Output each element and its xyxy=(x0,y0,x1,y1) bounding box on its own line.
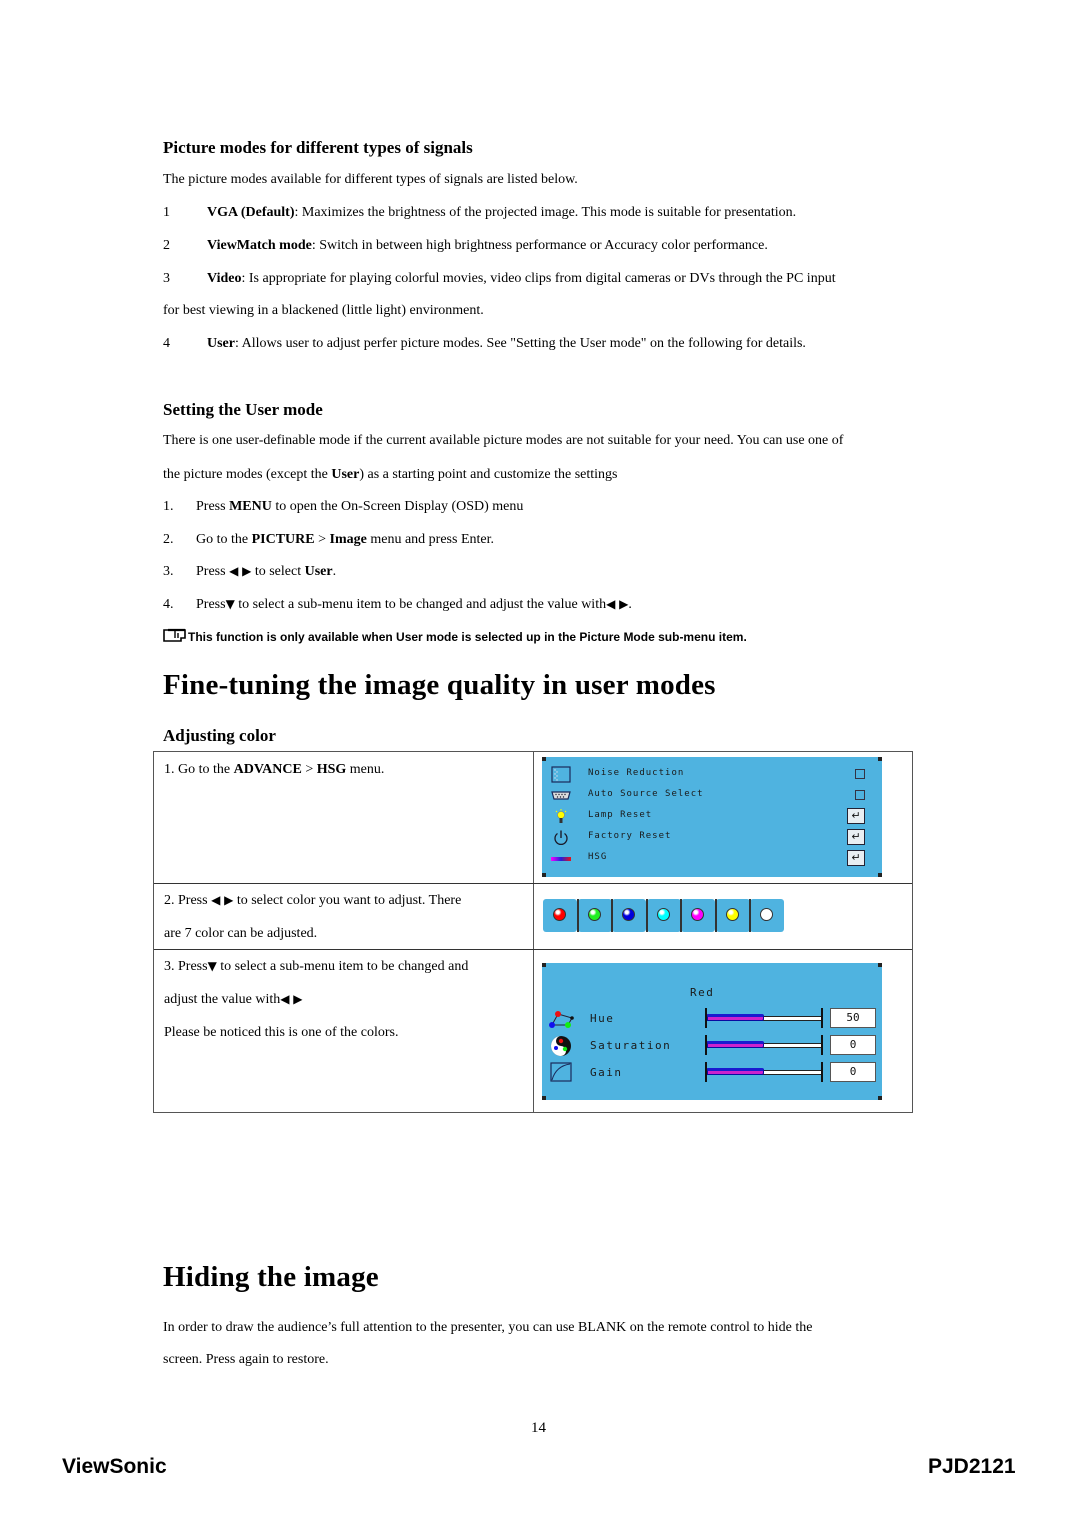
saturation-value[interactable]: 0 xyxy=(830,1035,876,1055)
osd-item-hsg[interactable]: HSG ↵ xyxy=(542,848,882,869)
color-swatch-cyan[interactable] xyxy=(645,899,681,932)
model-name: PJD2121 xyxy=(928,1455,1016,1478)
color-selector xyxy=(543,899,788,932)
lamp-reset-enter-button[interactable]: ↵ xyxy=(847,808,865,824)
power-icon xyxy=(554,830,568,845)
color-swatch-green[interactable] xyxy=(576,899,612,932)
hue-slider[interactable] xyxy=(705,1008,823,1028)
brand-name: ViewSonic xyxy=(62,1455,167,1478)
lamp-icon xyxy=(555,809,567,823)
down-arrow-icon: ▼ xyxy=(207,959,217,973)
osd-item-auto-source-select[interactable]: Auto Source Select xyxy=(542,785,882,806)
pointing-hand-note-icon xyxy=(163,628,186,642)
step-4: 4. Press▼ to select a sub-menu item to b… xyxy=(163,597,632,612)
osd-advance-menu: Noise Reduction Auto Source Select Lamp … xyxy=(542,757,882,877)
cyan-dot-icon xyxy=(656,908,670,921)
table-row-1-text: 1. Go to the ADVANCE > HSG menu. xyxy=(164,762,385,777)
table-row-3-text-line3: Please be noticed this is one of the col… xyxy=(164,1025,399,1040)
user-mode-intro-line2: the picture modes (except the User) as a… xyxy=(163,467,618,482)
fine-tuning-heading: Fine-tuning the image quality in user mo… xyxy=(163,669,716,701)
hsg-row-hue[interactable]: Hue 50 xyxy=(542,1007,882,1029)
color-swatch-blue[interactable] xyxy=(611,899,646,932)
mode-item-video-continued: for best viewing in a blackened (little … xyxy=(163,303,484,318)
noise-reduction-icon xyxy=(551,766,571,783)
osd-item-noise-reduction[interactable]: Noise Reduction xyxy=(542,764,882,785)
table-row-2-text-line2: are 7 color can be adjusted. xyxy=(164,926,318,941)
hsg-enter-button[interactable]: ↵ xyxy=(847,850,865,866)
color-swatch-yellow[interactable] xyxy=(714,899,750,932)
mode-item-video: 3 Video: Is appropriate for playing colo… xyxy=(163,271,836,286)
gain-value[interactable]: 0 xyxy=(830,1062,876,1082)
user-mode-intro-line1: There is one user-definable mode if the … xyxy=(163,433,844,448)
step-2: 2. Go to the PICTURE > Image menu and pr… xyxy=(163,532,494,547)
down-arrow-icon: ▼ xyxy=(225,597,235,611)
left-right-arrows-icon: ◀ ▶ xyxy=(606,597,629,611)
picture-modes-intro: The picture modes available for differen… xyxy=(163,172,578,187)
red-dot-icon xyxy=(553,908,566,921)
left-right-arrows-icon: ◀ ▶ xyxy=(280,992,303,1006)
saturation-yin-yang-icon xyxy=(551,1036,571,1056)
noise-reduction-checkbox[interactable] xyxy=(855,769,865,779)
hsg-row-saturation[interactable]: Saturation 0 xyxy=(542,1034,882,1056)
color-swatch-white[interactable] xyxy=(749,899,784,932)
hue-triangle-icon xyxy=(549,1011,574,1028)
picture-modes-heading: Picture modes for different types of sig… xyxy=(163,138,473,157)
magenta-dot-icon xyxy=(691,908,704,921)
table-row-3-text-line2: adjust the value with◀ ▶ xyxy=(164,992,303,1007)
hiding-image-line1: In order to draw the audience’s full att… xyxy=(163,1320,813,1335)
page-number: 14 xyxy=(531,1420,546,1436)
osd-item-lamp-reset[interactable]: Lamp Reset ↵ xyxy=(542,806,882,827)
hiding-image-heading: Hiding the image xyxy=(163,1261,379,1293)
osd-item-factory-reset[interactable]: Factory Reset ↵ xyxy=(542,827,882,848)
gain-slider[interactable] xyxy=(705,1062,823,1082)
hiding-image-line2: screen. Press again to restore. xyxy=(163,1352,329,1367)
mode-item-vga: 1 VGA (Default): Maximizes the brightnes… xyxy=(163,205,797,220)
user-mode-heading: Setting the User mode xyxy=(163,400,323,419)
color-swatch-red[interactable] xyxy=(543,899,577,932)
white-dot-icon xyxy=(760,908,773,921)
color-swatch-magenta[interactable] xyxy=(680,899,715,932)
left-right-arrows-icon: ◀ ▶ xyxy=(211,893,234,907)
mode-item-viewmatch: 2 ViewMatch mode: Switch in between high… xyxy=(163,238,768,253)
color-bar-icon xyxy=(551,857,571,861)
step-1: 1. Press MENU to open the On-Screen Disp… xyxy=(163,499,524,514)
table-row-2-text: 2. Press ◀ ▶ to select color you want to… xyxy=(164,893,462,908)
step-3: 3. Press ◀ ▶ to select User. xyxy=(163,564,337,579)
left-right-arrows-icon: ◀ ▶ xyxy=(229,564,252,578)
blue-dot-icon xyxy=(622,908,635,921)
saturation-slider[interactable] xyxy=(705,1035,823,1055)
mode-item-user: 4 User: Allows user to adjust perfer pic… xyxy=(163,336,806,351)
auto-source-select-checkbox[interactable] xyxy=(855,790,865,800)
gain-curve-icon xyxy=(550,1062,572,1082)
note: This function is only available when Use… xyxy=(163,628,747,646)
adjusting-color-heading: Adjusting color xyxy=(163,726,276,745)
vga-connector-icon xyxy=(551,791,571,800)
yellow-dot-icon xyxy=(725,908,739,921)
hsg-color-title: Red xyxy=(690,986,715,999)
hue-value[interactable]: 50 xyxy=(830,1008,876,1028)
table-row-3-text: 3. Press▼ to select a sub-menu item to b… xyxy=(164,959,469,974)
green-dot-icon xyxy=(587,908,601,921)
factory-reset-enter-button[interactable]: ↵ xyxy=(847,829,865,845)
hsg-row-gain[interactable]: Gain 0 xyxy=(542,1061,882,1083)
osd-hsg-panel: Red Hue 50 Saturation 0 Gain 0 xyxy=(542,963,882,1100)
